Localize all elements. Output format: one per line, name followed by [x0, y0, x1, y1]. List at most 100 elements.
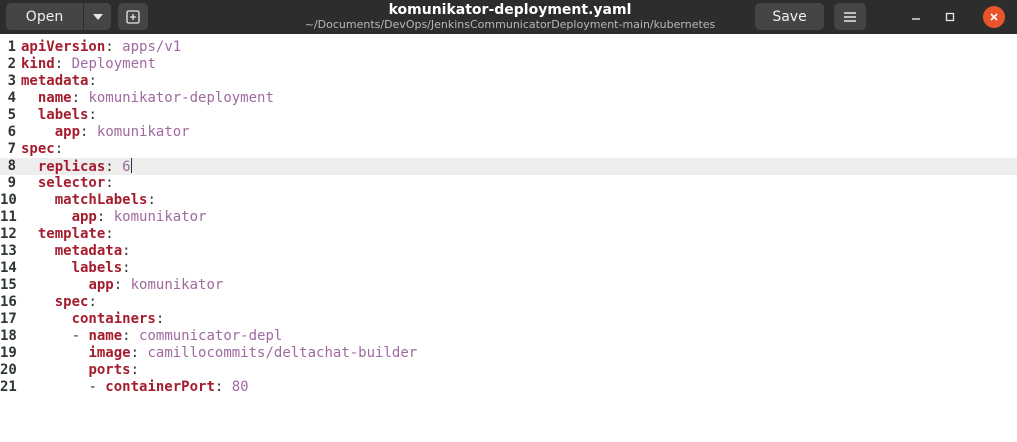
window-title: komunikator-deployment.yaml ~/Documents/… — [240, 2, 780, 32]
code-line[interactable]: 18 - name: communicator-depl — [0, 328, 1017, 345]
maximize-button[interactable] — [939, 6, 961, 28]
colon: : — [88, 107, 97, 123]
line-number: 6 — [7, 124, 16, 140]
code-line[interactable]: 19 image: camillocommits/deltachat-build… — [0, 345, 1017, 362]
code-line[interactable]: 17 containers: — [0, 311, 1017, 328]
close-icon — [990, 13, 998, 21]
line-number: 3 — [7, 73, 16, 89]
code-line[interactable]: 21 - containerPort: 80 — [0, 379, 1017, 396]
yaml-key: containerPort — [105, 379, 215, 395]
code-line[interactable]: 9 selector: — [0, 175, 1017, 192]
save-button-label: Save — [772, 8, 807, 25]
yaml-value: 80 — [231, 379, 249, 395]
code-text: labels: — [21, 107, 97, 124]
minimize-button[interactable] — [905, 6, 927, 28]
yaml-value: komunikator — [130, 277, 224, 293]
chevron-down-icon — [92, 13, 103, 20]
code-text: spec: — [21, 294, 97, 311]
yaml-key: app — [54, 124, 81, 140]
colon: : — [54, 56, 64, 72]
yaml-value: komunikator-deployment — [88, 90, 274, 106]
yaml-key: labels — [71, 260, 123, 276]
code-text: metadata: — [21, 73, 97, 90]
yaml-value: komunikator — [113, 209, 207, 225]
close-button[interactable] — [983, 6, 1005, 28]
document-title: komunikator-deployment.yaml — [388, 2, 632, 18]
colon: : — [105, 226, 114, 242]
code-line[interactable]: 7 spec: — [0, 141, 1017, 158]
code-line[interactable]: 10 matchLabels: — [0, 192, 1017, 209]
colon: : — [122, 328, 131, 344]
yaml-value: apps/v1 — [122, 39, 182, 55]
document-path: ~/Documents/DevOps/JenkinsCommunicatorDe… — [304, 18, 716, 31]
colon: : — [130, 362, 140, 378]
code-line[interactable]: 16 spec: — [0, 294, 1017, 311]
yaml-key: name — [37, 90, 72, 106]
code-text: app: komunikator — [21, 209, 207, 226]
colon: : — [88, 294, 97, 310]
yaml-key: spec — [54, 294, 89, 310]
line-number: 8 — [7, 158, 16, 174]
code-line[interactable]: 15 app: komunikator — [0, 277, 1017, 294]
colon: : — [88, 73, 97, 89]
open-button-label: Open — [25, 8, 64, 25]
line-number: 10 — [0, 192, 17, 208]
list-dash: - — [88, 379, 106, 395]
code-line[interactable]: 20 ports: — [0, 362, 1017, 379]
line-number: 4 — [7, 90, 16, 106]
yaml-key: metadata — [54, 243, 123, 259]
code-line[interactable]: 6 app: komunikator — [0, 124, 1017, 141]
code-line[interactable]: 12 template: — [0, 226, 1017, 243]
code-line[interactable]: 1 apiVersion: apps/v1 — [0, 39, 1017, 56]
yaml-key: matchLabels — [54, 192, 148, 208]
code-text: image: camillocommits/deltachat-builder — [21, 345, 417, 362]
yaml-value: communicator-depl — [139, 328, 283, 344]
new-tab-button[interactable] — [118, 3, 148, 30]
open-button[interactable]: Open — [6, 3, 83, 30]
colon: : — [113, 277, 123, 293]
save-button[interactable]: Save — [755, 3, 824, 30]
open-menu-button[interactable] — [84, 3, 111, 30]
text-editor[interactable]: 1 apiVersion: apps/v1 2 kind: Deployment 3 me… — [0, 34, 1017, 442]
code-line[interactable]: 4 name: komunikator-deployment — [0, 90, 1017, 107]
new-tab-icon — [126, 9, 140, 24]
yaml-value: camillocommits/deltachat-builder — [147, 345, 418, 361]
colon: : — [105, 39, 114, 55]
line-number: 5 — [7, 107, 16, 123]
colon: : — [147, 192, 156, 208]
code-text: selector: — [21, 175, 114, 192]
yaml-key: kind — [21, 56, 55, 72]
line-number: 15 — [0, 277, 17, 293]
minimize-icon — [912, 18, 920, 20]
code-line[interactable]: 13 metadata: — [0, 243, 1017, 260]
line-number: 21 — [0, 379, 17, 395]
code-line[interactable]: 5 labels: — [0, 107, 1017, 124]
code-line[interactable]: 14 labels: — [0, 260, 1017, 277]
code-line[interactable]: 3 metadata: — [0, 73, 1017, 90]
yaml-key: name — [88, 328, 123, 344]
yaml-key: image — [88, 345, 131, 361]
header-bar: Open komunikator-deployment.yaml ~/Docum… — [0, 0, 1017, 34]
colon: : — [155, 311, 165, 327]
yaml-key: ports — [88, 362, 131, 378]
yaml-key: replicas — [37, 159, 106, 175]
code-text: matchLabels: — [21, 192, 156, 209]
code-line[interactable]: 8 replicas: 6 — [0, 158, 1017, 175]
main-menu-button[interactable] — [834, 3, 866, 30]
code-line[interactable]: 2 kind: Deployment — [0, 56, 1017, 73]
code-line[interactable]: 11 app: komunikator — [0, 209, 1017, 226]
yaml-key: app — [88, 277, 114, 293]
code-text: template: — [21, 226, 114, 243]
code-text: - containerPort: 80 — [21, 379, 249, 396]
